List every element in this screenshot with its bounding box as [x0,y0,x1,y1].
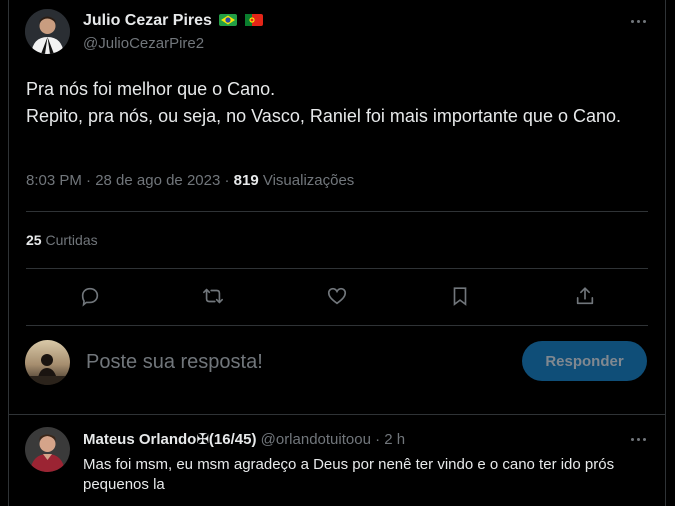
bookmark-icon[interactable] [447,283,473,309]
share-icon[interactable] [572,283,598,309]
divider [26,211,648,212]
reply-header: Mateus Orlando✠(16/45) @orlandotuitoou ·… [83,430,405,448]
likes-label: Curtidas [41,232,98,248]
tweet-line-2: Repito, pra nós, ou seja, no Vasco, Rani… [26,106,622,126]
column-border-left [8,0,9,506]
reply-input[interactable] [86,347,506,377]
current-user-avatar[interactable] [25,340,70,385]
author-name-text[interactable]: Julio Cezar Pires [83,12,212,29]
reply-button[interactable]: Responder [522,341,647,381]
brazil-flag-icon [219,13,238,26]
retweet-icon[interactable] [200,283,226,309]
likes-summary[interactable]: 25 Curtidas [26,232,98,248]
portugal-flag-icon [244,13,263,26]
tweet-line-1: Pra nós foi melhor que o Cano. [26,79,276,99]
reply-author-name[interactable]: Mateus Orlando✠(16/45) [83,431,256,448]
tweet-timestamp[interactable]: 8:03 PM · 28 de ago de 2023 · [26,172,234,189]
more-options-icon[interactable] [626,11,650,31]
reply-icon[interactable] [77,283,103,309]
reply-text: Mas foi msm, eu msm agradeço a Deus por … [83,456,615,493]
likes-count: 25 [26,232,42,248]
author-name[interactable]: Julio Cezar Pires [83,12,263,30]
views-count: 819 [233,172,259,189]
tweet-meta: 8:03 PM · 28 de ago de 2023 · 819 Visual… [26,172,354,189]
divider [26,268,648,269]
views-label: Visualizações [258,172,355,189]
like-icon[interactable] [324,283,350,309]
tweet-page: Julio Cezar Pires @JulioCezarPire2 Pra n… [0,0,675,506]
reply-more-options-icon[interactable] [626,429,650,449]
column-border-right [665,0,666,506]
reply-author-avatar[interactable] [25,427,70,472]
author-handle[interactable]: @JulioCezarPire2 [83,35,204,52]
author-avatar[interactable] [25,9,70,54]
divider [8,414,666,415]
reply-author-handle-time[interactable]: @orlandotuitoou · 2 h [256,431,406,448]
divider [26,325,648,326]
tweet-text: Pra nós foi melhor que o Cano. Repito, p… [26,76,646,130]
